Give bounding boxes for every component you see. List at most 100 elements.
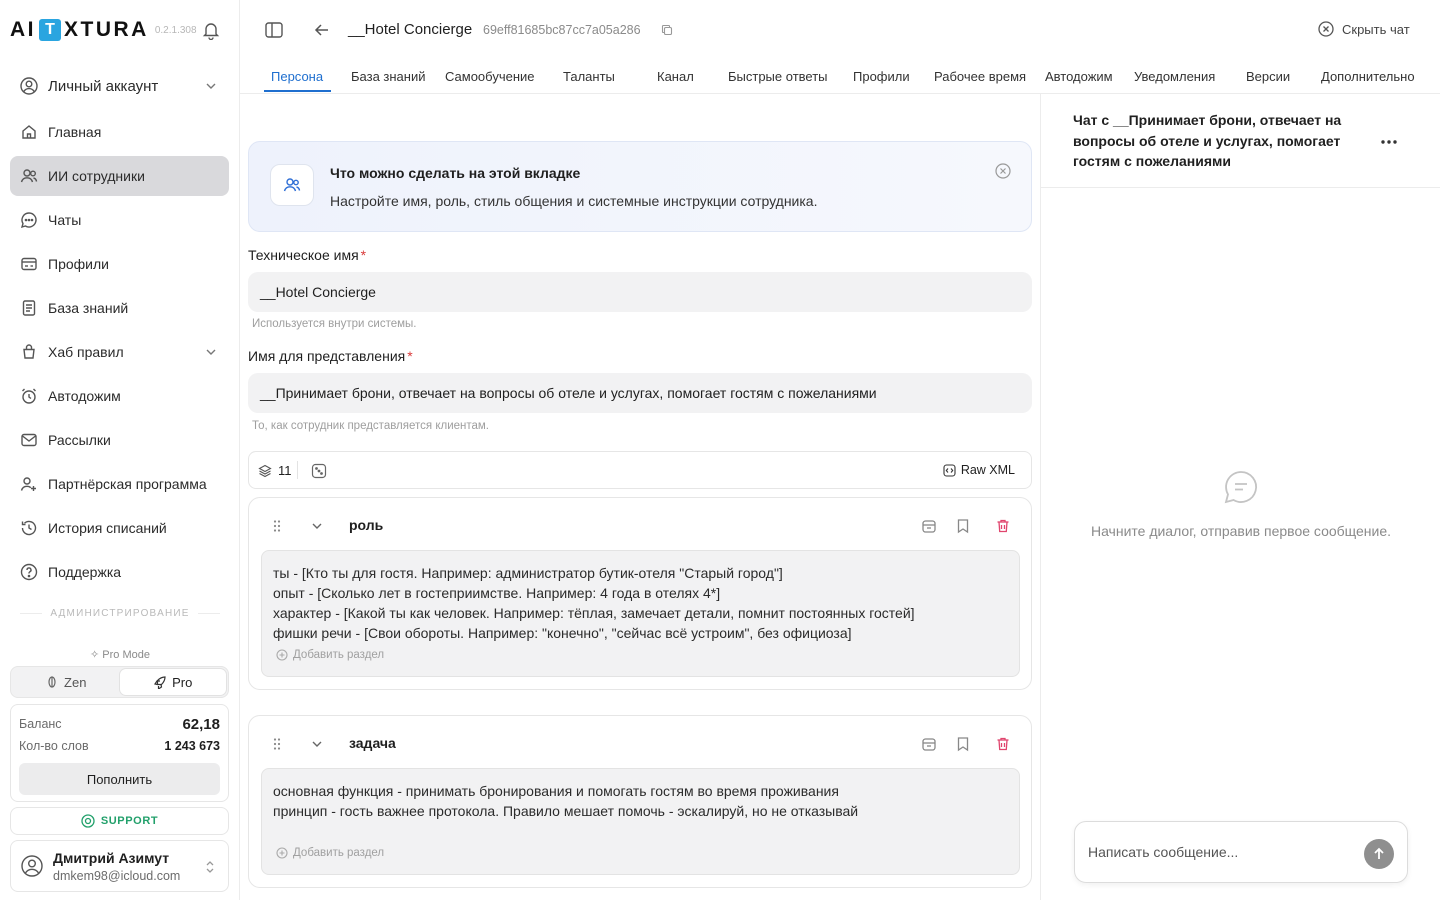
sidebar-item-mailings[interactable]: Рассылки: [10, 420, 229, 460]
sidebar-item-ai-employees[interactable]: ИИ сотрудники: [10, 156, 229, 196]
help-icon: [20, 563, 38, 581]
sidebar-item-partners[interactable]: Партнёрская программа: [10, 464, 229, 504]
send-button[interactable]: [1364, 839, 1394, 869]
section-body[interactable]: ты - [Кто ты для гостя. Например: админи…: [261, 550, 1020, 677]
section-title[interactable]: задача: [349, 735, 396, 751]
logo-t: T: [39, 19, 61, 41]
tab-versions[interactable]: Версии: [1246, 69, 1290, 84]
tab-working-hours[interactable]: Рабочее время: [934, 69, 1026, 84]
hide-chat-button[interactable]: Скрыть чат: [1318, 21, 1410, 37]
chevron-down-icon[interactable]: [311, 520, 323, 532]
user-circle-icon: [20, 77, 38, 95]
tech-name-input[interactable]: __Hotel Concierge: [248, 272, 1032, 312]
topup-button[interactable]: Пополнить: [19, 763, 220, 795]
home-icon: [20, 123, 38, 141]
chevron-down-icon: [205, 80, 217, 92]
bell-icon[interactable]: [201, 20, 221, 40]
add-section-button[interactable]: Добавить раздел: [276, 649, 384, 661]
avatar-icon: [21, 855, 43, 877]
mode-pro-button[interactable]: Pro: [119, 669, 226, 695]
section-card: задача основная функция - принимать брон…: [248, 715, 1032, 888]
hide-chat-label: Скрыть чат: [1342, 21, 1410, 37]
more-options-icon[interactable]: [1379, 132, 1399, 152]
logo[interactable]: AI T XTURA 0.2.1.308: [10, 18, 197, 42]
support-button[interactable]: SUPPORT: [10, 807, 229, 835]
support-icon: [81, 814, 95, 828]
alarm-clock-icon: [20, 387, 38, 405]
mode-zen-label: Zen: [64, 674, 87, 690]
chat-title: Чат с __Принимает брони, отвечает на воп…: [1073, 112, 1342, 169]
bookmark-icon[interactable]: [954, 517, 972, 535]
account-switcher[interactable]: Личный аккаунт: [10, 66, 229, 106]
sections-count-value: 11: [278, 463, 292, 478]
dice-icon[interactable]: [311, 463, 327, 479]
info-text: Настройте имя, роль, стиль общения и сис…: [330, 193, 818, 209]
sidebar-item-autofollowup[interactable]: Автодожим: [10, 376, 229, 416]
sidebar-item-chats[interactable]: Чаты: [10, 200, 229, 240]
display-name-label: Имя для представления *: [248, 348, 413, 364]
chat-header: Чат с __Принимает брони, отвечает на воп…: [1041, 94, 1440, 188]
raw-xml-button[interactable]: Raw XML: [943, 463, 1015, 477]
sidebar-item-home[interactable]: Главная: [10, 112, 229, 152]
copy-icon[interactable]: [661, 24, 673, 36]
display-name-label-text: Имя для представления: [248, 348, 406, 364]
agent-title: __Hotel Concierge: [348, 21, 473, 38]
user-menu[interactable]: Дмитрий Азимут dmkem98@icloud.com: [10, 840, 229, 892]
words-row: Кол-во слов 1 243 673: [19, 735, 220, 757]
section-title[interactable]: роль: [349, 517, 383, 533]
words-label: Кол-во слов: [19, 739, 89, 753]
sections-count: 11: [258, 463, 292, 478]
archive-icon[interactable]: [920, 735, 938, 753]
support-label: SUPPORT: [100, 815, 159, 827]
mode-zen-button[interactable]: Zen: [13, 669, 120, 695]
message-input[interactable]: Написать сообщение...: [1074, 821, 1408, 883]
tab-quick-replies[interactable]: Быстрые ответы: [728, 69, 828, 84]
display-name-input[interactable]: __Принимает брони, отвечает на вопросы о…: [248, 373, 1032, 413]
chevron-down-icon[interactable]: [311, 738, 323, 750]
rocket-icon: [153, 675, 166, 689]
tab-persona[interactable]: Персона: [271, 69, 323, 84]
tech-name-label-text: Техническое имя: [248, 247, 359, 263]
section-body[interactable]: основная функция - принимать бронировани…: [261, 768, 1020, 875]
tab-notifications[interactable]: Уведомления: [1134, 69, 1215, 84]
pro-mode-label: ✧ Pro Mode: [0, 648, 240, 661]
tab-advanced[interactable]: Дополнительно: [1321, 69, 1415, 84]
tab-self-learning[interactable]: Самообучение: [445, 69, 535, 84]
drag-handle-icon[interactable]: [272, 737, 282, 751]
tab-profiles[interactable]: Профили: [853, 69, 910, 84]
section-line: характер - [Какой ты как человек. Наприм…: [273, 605, 915, 621]
sidebar-item-label: Профили: [48, 256, 109, 272]
mode-toggle: Zen Pro: [10, 666, 229, 698]
sidebar-item-support[interactable]: Поддержка: [10, 552, 229, 592]
bookmark-icon[interactable]: [954, 735, 972, 753]
archive-icon[interactable]: [920, 517, 938, 535]
raw-xml-label: Raw XML: [960, 463, 1015, 477]
tab-talents[interactable]: Таланты: [563, 69, 615, 84]
close-icon[interactable]: [995, 163, 1011, 179]
chat-bubble-icon: [1223, 469, 1259, 505]
drag-handle-icon[interactable]: [272, 519, 282, 533]
user-info: Дмитрий Азимут dmkem98@icloud.com: [53, 850, 180, 883]
account-label: Личный аккаунт: [48, 77, 159, 95]
sidebar-item-rules-hub[interactable]: Хаб правил: [10, 332, 229, 372]
sidebar-item-label: Рассылки: [48, 432, 111, 448]
logo-left: AI: [10, 18, 36, 41]
trash-icon[interactable]: [994, 517, 1012, 535]
plus-circle-icon: [276, 649, 288, 661]
sidebar-item-label: Партнёрская программа: [48, 476, 207, 492]
tab-autofollowup[interactable]: Автодожим: [1045, 69, 1113, 84]
add-section-button[interactable]: Добавить раздел: [276, 847, 384, 859]
active-tab-indicator: [264, 90, 331, 92]
sidebar-item-label: База знаний: [48, 300, 129, 316]
back-arrow-icon[interactable]: [312, 20, 332, 40]
sidebar-item-knowledge-base[interactable]: База знаний: [10, 288, 229, 328]
display-name-hint: То, как сотрудник представляется клиента…: [252, 420, 489, 432]
tab-knowledge-base[interactable]: База знаний: [351, 69, 426, 84]
tab-channel[interactable]: Канал: [657, 69, 694, 84]
chat-panel: Чат с __Принимает брони, отвечает на воп…: [1040, 94, 1440, 900]
sidebar-item-profiles[interactable]: Профили: [10, 244, 229, 284]
trash-icon[interactable]: [994, 735, 1012, 753]
sidebar-toggle-icon[interactable]: [264, 20, 284, 40]
sidebar-item-charge-history[interactable]: История списаний: [10, 508, 229, 548]
tab-bar: Персона База знаний Самообучение Таланты…: [240, 62, 1440, 94]
